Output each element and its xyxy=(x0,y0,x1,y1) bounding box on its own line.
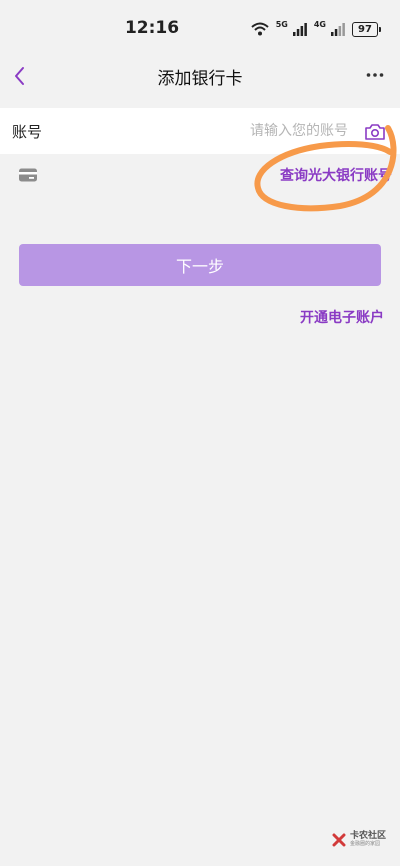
open-account-link[interactable]: 开通电子账户 xyxy=(300,307,384,327)
kanong-logo-icon xyxy=(332,833,346,846)
watermark: 卡农社区 金融圈的家园 xyxy=(332,832,386,847)
account-label: 账号 xyxy=(12,123,43,141)
watermark-title: 卡农社区 xyxy=(349,831,386,841)
query-account-link[interactable]: 查询光大银行账号 xyxy=(280,165,392,185)
nav-bar: 添加银行卡 xyxy=(0,56,400,96)
account-row: 账号 xyxy=(0,108,400,154)
status-icons: 5G 4G 97 xyxy=(251,19,381,39)
signal-4g-icon xyxy=(331,22,345,36)
camera-scan-icon[interactable] xyxy=(364,123,386,141)
watermark-subtitle: 金融圈的家园 xyxy=(349,841,380,847)
more-dots-icon[interactable] xyxy=(366,72,384,78)
page-title: 添加银行卡 xyxy=(157,69,243,89)
bank-card-icon xyxy=(19,168,37,182)
wifi-icon xyxy=(251,22,269,36)
battery-icon: 97 xyxy=(352,21,381,37)
account-input[interactable] xyxy=(120,118,348,144)
signal-5g-label: 5G xyxy=(275,19,288,29)
next-button[interactable]: 下一步 xyxy=(19,244,381,286)
signal-5g-icon xyxy=(292,22,307,36)
status-bar: 12:16 5G 4G 97 xyxy=(0,0,400,56)
signal-4g-label: 4G xyxy=(313,19,326,29)
